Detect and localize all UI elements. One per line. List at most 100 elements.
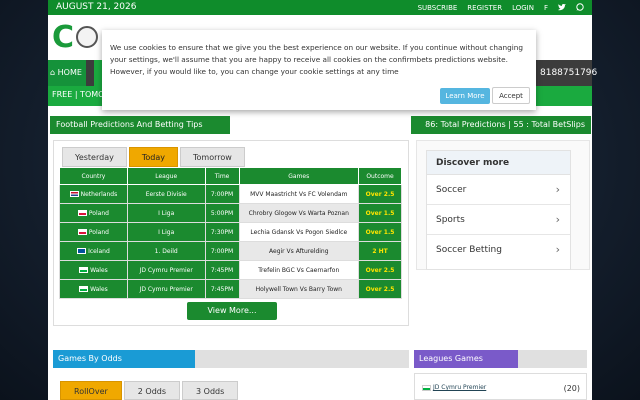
cookie-text: We use cookies to ensure that we give yo… <box>110 43 523 76</box>
learn-more-button[interactable]: Learn More <box>440 88 490 104</box>
cell-time: 7:45PM <box>204 260 240 280</box>
phone-number: 8188751796 <box>536 60 597 86</box>
table-row[interactable]: Wales JD Cymru Premier 7:45PM Holywell T… <box>59 279 402 299</box>
twitter-icon[interactable] <box>558 3 566 13</box>
discover-wrapper: Discover more Soccer › Sports › Soccer B… <box>416 140 590 270</box>
home-icon: ⌂ <box>50 68 56 77</box>
login-link[interactable]: LOGIN <box>512 4 534 12</box>
cell-game[interactable]: Holywell Town Vs Barry Town <box>238 279 360 299</box>
cell-outcome: Over 2.5 <box>358 260 402 280</box>
table-row[interactable]: Iceland 1. Deild 7:00PM Aegir Vs Afturel… <box>59 241 402 261</box>
discover-more-box: Discover more Soccer › Sports › Soccer B… <box>426 150 571 270</box>
table-row[interactable]: Netherlands Eerste Divisie 7:00PM MVV Ma… <box>59 184 402 204</box>
games-by-odds-title: Games By Odds <box>53 350 195 368</box>
cell-time: 7:00PM <box>204 241 240 261</box>
tab-2-odds[interactable]: 2 Odds <box>123 381 181 400</box>
tab-3-odds[interactable]: 3 Odds <box>182 381 239 400</box>
cell-outcome: Over 1.5 <box>358 203 402 223</box>
wales-flag-icon <box>79 286 89 292</box>
table-header-row: Country League Time Games Outcome <box>59 167 402 185</box>
view-more-button[interactable]: View More... <box>187 302 277 320</box>
cell-league: JD Cymru Premier <box>126 260 206 280</box>
tab-tomorrow[interactable]: Tomorrow <box>179 147 245 167</box>
header-games: Games <box>238 167 360 185</box>
header-league: League <box>126 167 206 185</box>
header-time: Time <box>204 167 240 185</box>
games-by-odds-bar <box>195 350 409 368</box>
tab-today[interactable]: Today <box>128 147 178 167</box>
cell-game[interactable]: Chrobry Glogow Vs Warta Poznan <box>238 203 360 223</box>
league-name: JD Cymru Premier <box>433 384 487 391</box>
cell-time: 5:00PM <box>204 203 240 223</box>
cell-time: 7:30PM <box>204 222 240 242</box>
cell-outcome: Over 2.5 <box>358 279 402 299</box>
discover-item-label: Soccer <box>436 185 467 195</box>
netherlands-flag-icon <box>69 191 79 197</box>
top-bar: AUGUST 21, 2026 SUBSCRIBE REGISTER LOGIN… <box>48 0 592 15</box>
cell-country: Netherlands <box>59 184 128 204</box>
nav-home-label: HOME <box>57 68 82 77</box>
cell-outcome: Over 2.5 <box>358 184 402 204</box>
odds-tabs: RollOver 2 Odds 3 Odds <box>60 381 239 400</box>
cell-league: I Liga <box>126 222 206 242</box>
cell-outcome: Over 1.5 <box>358 222 402 242</box>
discover-item-sports[interactable]: Sports › <box>427 205 570 235</box>
wales-flag-icon <box>79 267 89 273</box>
cell-game[interactable]: Aegir Vs Afturelding <box>238 241 360 261</box>
current-date: AUGUST 21, 2026 <box>56 2 137 12</box>
site-logo[interactable]: C <box>52 20 102 60</box>
predictions-panel: Yesterday Today Tomorrow Country League … <box>53 140 409 326</box>
discover-title: Discover more <box>427 151 570 175</box>
cell-league: 1. Deild <box>126 241 206 261</box>
cell-country: Wales <box>59 279 128 299</box>
poland-flag-icon <box>77 210 87 216</box>
tab-yesterday[interactable]: Yesterday <box>62 147 127 167</box>
chevron-right-icon: › <box>555 243 560 256</box>
header-outcome: Outcome <box>358 167 402 185</box>
cell-country: Iceland <box>59 241 128 261</box>
wales-flag-icon <box>422 384 431 391</box>
iceland-flag-icon <box>77 248 87 254</box>
predictions-table: Country League Time Games Outcome Nether… <box>59 167 402 299</box>
cell-league: JD Cymru Premier <box>126 279 206 299</box>
table-row[interactable]: Poland I Liga 7:30PM Lechia Gdansk Vs Po… <box>59 222 402 242</box>
leagues-games-bar <box>518 350 587 368</box>
whatsapp-icon[interactable] <box>576 3 584 13</box>
tab-rollover[interactable]: RollOver <box>60 381 122 400</box>
cell-country: Poland <box>59 222 128 242</box>
discover-item-label: Sports <box>436 215 465 225</box>
accept-button[interactable]: Accept <box>492 87 530 104</box>
cell-time: 7:00PM <box>204 184 240 204</box>
league-count: (20) <box>563 384 580 393</box>
table-row[interactable]: Wales JD Cymru Premier 7:45PM Trefelin B… <box>59 260 402 280</box>
day-tabs: Yesterday Today Tomorrow <box>62 147 245 167</box>
poland-flag-icon <box>77 229 87 235</box>
nav-home[interactable]: ⌂ HOME <box>48 60 86 86</box>
chevron-right-icon: › <box>555 213 560 226</box>
totals-banner: 86: Total Predictions | 55 : Total BetSl… <box>411 116 591 134</box>
predictions-section-title: Football Predictions And Betting Tips <box>50 116 230 134</box>
discover-item-soccer-betting[interactable]: Soccer Betting › <box>427 235 570 265</box>
cell-outcome: 2 HT <box>358 241 402 261</box>
leagues-games-title: Leagues Games <box>414 350 518 368</box>
cell-league: I Liga <box>126 203 206 223</box>
cookie-consent-dialog: We use cookies to ensure that we give yo… <box>102 30 536 110</box>
cell-league: Eerste Divisie <box>126 184 206 204</box>
facebook-icon[interactable]: f <box>544 4 548 12</box>
league-list-item[interactable]: JD Cymru Premier (20) <box>422 384 580 393</box>
nav-dark-item[interactable] <box>86 60 94 86</box>
chevron-right-icon: › <box>555 183 560 196</box>
discover-item-soccer[interactable]: Soccer › <box>427 175 570 205</box>
header-country: Country <box>59 167 128 185</box>
cell-country: Poland <box>59 203 128 223</box>
cell-game[interactable]: MVV Maastricht Vs FC Volendam <box>238 184 360 204</box>
register-link[interactable]: REGISTER <box>467 4 502 12</box>
cell-country: Wales <box>59 260 128 280</box>
cell-game[interactable]: Lechia Gdansk Vs Pogon Siedlce <box>238 222 360 242</box>
table-row[interactable]: Poland I Liga 5:00PM Chrobry Glogow Vs W… <box>59 203 402 223</box>
cell-game[interactable]: Trefelin BGC Vs Caernarfon <box>238 260 360 280</box>
top-links: SUBSCRIBE REGISTER LOGIN f <box>418 3 584 13</box>
discover-item-label: Soccer Betting <box>436 245 502 255</box>
subscribe-link[interactable]: SUBSCRIBE <box>418 4 458 12</box>
cell-time: 7:45PM <box>204 279 240 299</box>
